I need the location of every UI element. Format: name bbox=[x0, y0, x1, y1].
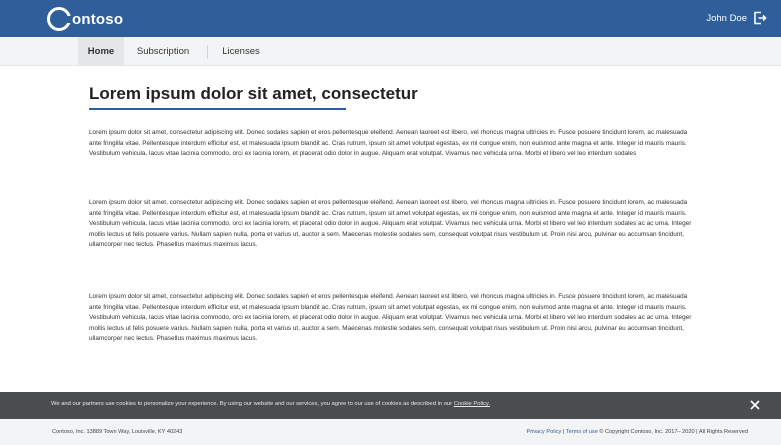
user-name[interactable]: John Doe bbox=[706, 13, 747, 24]
contoso-logo-icon bbox=[47, 7, 72, 31]
tab-licenses[interactable]: Licenses bbox=[212, 37, 270, 66]
top-bar: ontoso John Doe bbox=[0, 0, 781, 37]
sign-out-icon[interactable] bbox=[753, 11, 767, 25]
logo-text: ontoso bbox=[72, 10, 124, 28]
tab-home[interactable]: Home bbox=[78, 37, 124, 66]
tab-divider bbox=[207, 45, 208, 59]
cookie-banner: We and our partners use cookies to perso… bbox=[0, 392, 781, 419]
title-underline bbox=[89, 108, 346, 110]
user-area: John Doe bbox=[706, 11, 767, 25]
paragraph-3: Lorem ipsum dolor sit amet, consectetur … bbox=[89, 293, 692, 343]
paragraph-1: Lorem ipsum dolor sit amet, consectetur … bbox=[89, 129, 688, 158]
copyright-text: © Copyright Contoso, Inc. 2017– 2020 | A… bbox=[599, 429, 748, 435]
footer-separator: | bbox=[562, 429, 565, 435]
close-icon[interactable] bbox=[748, 398, 762, 412]
footer-links: Privacy Policy | Terms of use © Copyrigh… bbox=[527, 429, 749, 435]
footer: Contoso, Inc. 13889 Town Way, Louisville… bbox=[0, 419, 781, 445]
cookie-text: We and our partners use cookies to perso… bbox=[51, 401, 490, 407]
terms-of-use-link[interactable]: Terms of use bbox=[566, 429, 598, 435]
page-title: Lorem ipsum dolor sit amet, consectetur bbox=[89, 84, 418, 103]
cookie-policy-link[interactable]: Cookie Policy. bbox=[454, 401, 490, 407]
tab-subscription[interactable]: Subscription bbox=[126, 37, 200, 66]
contoso-logo[interactable]: ontoso bbox=[47, 6, 123, 32]
privacy-policy-link[interactable]: Privacy Policy bbox=[527, 429, 562, 435]
tab-bar: Home Subscription Licenses bbox=[0, 37, 781, 66]
footer-address: Contoso, Inc. 13889 Town Way, Louisville… bbox=[52, 429, 183, 435]
cookie-message: We and our partners use cookies to perso… bbox=[51, 401, 453, 407]
paragraph-2: Lorem ipsum dolor sit amet, consectetur … bbox=[89, 199, 692, 249]
